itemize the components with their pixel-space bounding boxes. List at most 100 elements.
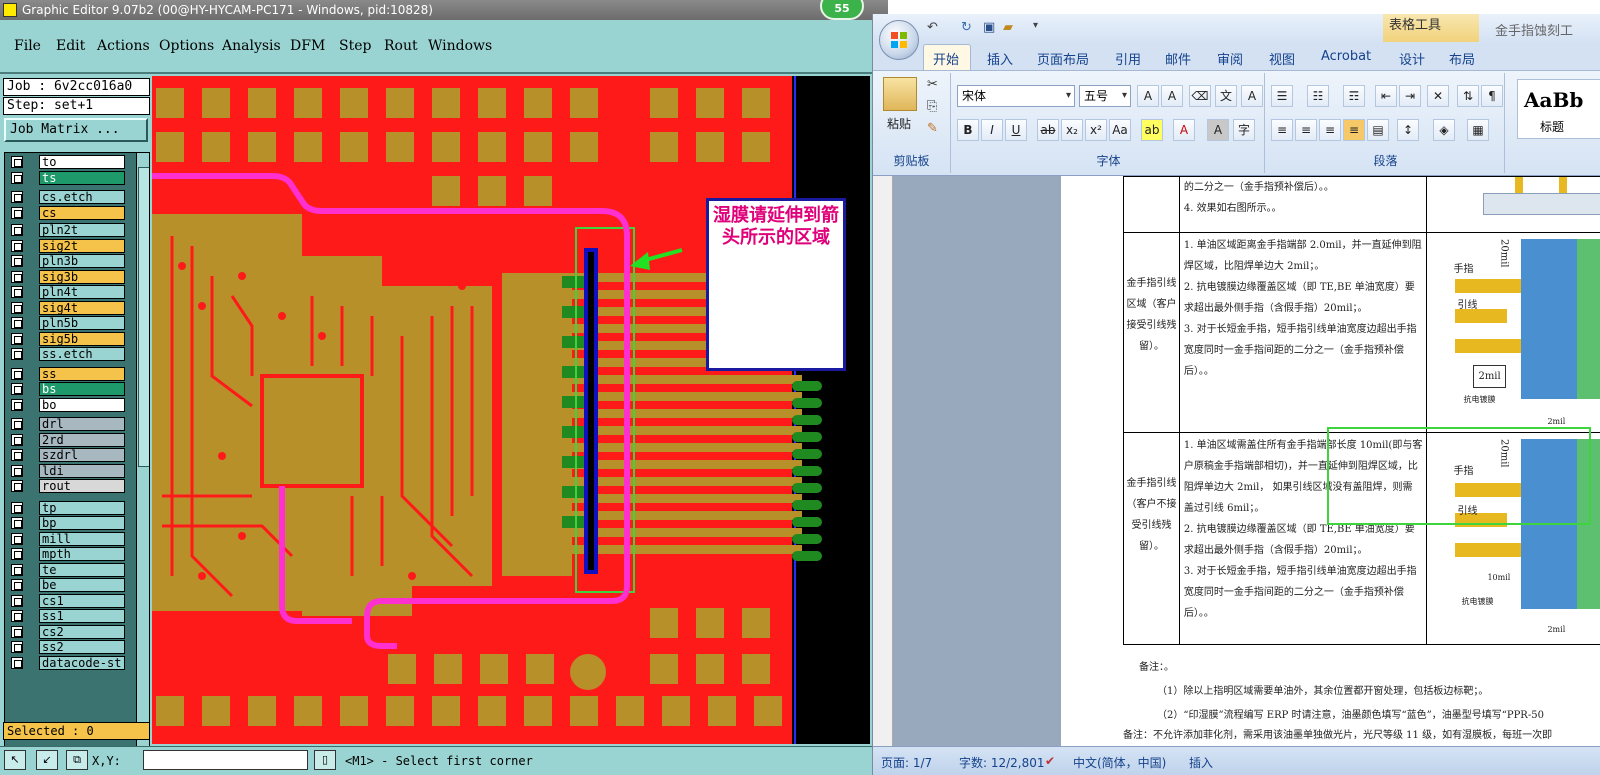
layer-row-rout[interactable]: rout	[7, 479, 135, 493]
scroll-thumb[interactable]	[138, 167, 149, 467]
layer-row-tp[interactable]: tp	[7, 500, 135, 515]
font-size-select[interactable]: 五号	[1079, 85, 1131, 107]
layer-row-cs2[interactable]: cs2	[7, 624, 135, 639]
asian-layout-icon[interactable]: ✕	[1427, 85, 1449, 107]
layer-row-bs[interactable]: bs	[7, 382, 135, 396]
layer-checkbox[interactable]	[11, 579, 23, 591]
menu-options[interactable]: Options	[159, 38, 214, 54]
tab-mailings[interactable]: 邮件	[1165, 49, 1191, 68]
style-gallery[interactable]: AaBb 标题	[1517, 79, 1600, 139]
align-right-icon[interactable]: ≡	[1319, 119, 1341, 141]
align-left-icon[interactable]: ≡	[1271, 119, 1293, 141]
show-marks-icon[interactable]: ¶	[1481, 85, 1503, 107]
layer-row-datacode-st[interactable]: datacode-st	[7, 655, 135, 670]
layer-row-szdrl[interactable]: szdrl	[7, 448, 135, 462]
layer-row-drl[interactable]: drl	[7, 417, 135, 431]
tab-review[interactable]: 审阅	[1217, 49, 1243, 68]
menu-actions[interactable]: Actions	[97, 38, 150, 54]
pcb-canvas[interactable]	[152, 76, 870, 744]
undo-icon[interactable]: ↶	[927, 20, 938, 35]
layer-checkbox[interactable]	[11, 656, 23, 669]
layer-checkbox[interactable]	[11, 367, 23, 380]
layer-row-2rd[interactable]: 2rd	[7, 432, 135, 447]
menu-dfm[interactable]: DFM	[290, 38, 325, 54]
phonetic-icon[interactable]: 文	[1215, 85, 1237, 107]
layer-checkbox[interactable]	[11, 433, 23, 446]
paste-label[interactable]: 粘贴	[887, 115, 911, 132]
layer-row-bp[interactable]: bp	[7, 516, 135, 530]
tool-button-1[interactable]: ↖	[4, 750, 26, 770]
bold-icon[interactable]: B	[957, 119, 979, 141]
distribute-icon[interactable]: ▤	[1367, 119, 1389, 141]
tool-button-4[interactable]: ▯	[314, 750, 336, 770]
layer-checkbox[interactable]	[11, 449, 23, 461]
layer-checkbox[interactable]	[11, 625, 23, 638]
tab-home[interactable]: 开始	[933, 49, 959, 68]
layer-checkbox[interactable]	[11, 398, 23, 411]
status-mode[interactable]: 插入	[1189, 754, 1213, 771]
justify-icon[interactable]: ≡	[1343, 119, 1365, 141]
layer-checkbox[interactable]	[11, 224, 23, 236]
layer-row-mpth[interactable]: mpth	[7, 547, 135, 561]
char-shading-icon[interactable]: A	[1207, 119, 1229, 141]
menu-step[interactable]: Step	[339, 38, 371, 54]
layer-row-ss[interactable]: ss	[7, 366, 135, 381]
tab-layout[interactable]: 布局	[1449, 49, 1475, 68]
open-icon[interactable]: ▰	[1003, 20, 1013, 35]
document-page[interactable]: 的二分之一（金手指预补偿后）。。 4. 效果如右图所示。。 金手指引线区域（客户…	[1061, 176, 1600, 746]
shrink-font-icon[interactable]: A	[1161, 85, 1183, 107]
menu-analysis[interactable]: Analysis	[222, 38, 281, 54]
layer-row-ss2[interactable]: ss2	[7, 640, 135, 654]
proofing-icon[interactable]: ✔	[1045, 754, 1055, 768]
tool-button-3[interactable]: ⧉	[66, 750, 88, 770]
paste-icon[interactable]	[883, 77, 917, 111]
layer-checkbox[interactable]	[11, 548, 23, 560]
tab-view[interactable]: 视图	[1269, 49, 1295, 68]
save-icon[interactable]: ▣	[983, 20, 995, 35]
layer-checkbox[interactable]	[11, 594, 23, 607]
layer-checkbox[interactable]	[11, 348, 23, 360]
layer-checkbox[interactable]	[11, 383, 23, 395]
layer-checkbox[interactable]	[11, 610, 23, 622]
layer-checkbox[interactable]	[11, 317, 23, 329]
highlight-icon[interactable]: ab	[1141, 119, 1163, 141]
status-page[interactable]: 页面: 1/7	[881, 754, 932, 771]
office-button[interactable]	[879, 20, 919, 60]
layer-checkbox[interactable]	[11, 501, 23, 514]
layer-checkbox[interactable]	[11, 418, 23, 430]
strikethrough-icon[interactable]: ab	[1037, 119, 1059, 141]
layer-checkbox[interactable]	[11, 480, 23, 492]
layer-checkbox[interactable]	[11, 206, 23, 219]
window-title-bar[interactable]: Graphic Editor 9.07b2 (00@HY-HYCAM-PC171…	[0, 0, 888, 20]
change-case-icon[interactable]: Aa	[1109, 119, 1131, 141]
layer-row-bo[interactable]: bo	[7, 397, 135, 412]
menu-windows[interactable]: Windows	[428, 38, 492, 54]
layer-row-te[interactable]: te	[7, 562, 135, 577]
tab-page-layout[interactable]: 页面布局	[1037, 49, 1089, 68]
layer-row-ldi[interactable]: ldi	[7, 463, 135, 478]
clear-format-icon[interactable]: ⌫	[1189, 85, 1211, 107]
line-spacing-icon[interactable]: ↕	[1397, 119, 1419, 141]
cut-icon[interactable]: ✂	[927, 77, 938, 92]
layer-checkbox[interactable]	[11, 171, 23, 184]
format-painter-icon[interactable]: ✎	[927, 121, 938, 136]
layer-scrollbar[interactable]	[136, 153, 149, 775]
sort-icon[interactable]: ⇅	[1457, 85, 1479, 107]
multilevel-list-icon[interactable]: ☶	[1343, 85, 1365, 107]
menu-file[interactable]: File	[14, 38, 41, 54]
layer-row-ss1[interactable]: ss1	[7, 609, 135, 623]
underline-icon[interactable]: U	[1005, 119, 1027, 141]
layer-checkbox[interactable]	[11, 332, 23, 345]
qat-dropdown-icon[interactable]: ▾	[1033, 20, 1038, 31]
layer-row-pln4t[interactable]: pln4t	[7, 285, 135, 299]
word-title-bar[interactable]: ↶ ↻ ▣ ▰ ▾ 表格工具 金手指蚀刻工	[873, 14, 1600, 44]
align-center-icon[interactable]: ≡	[1295, 119, 1317, 141]
font-color-icon[interactable]: A	[1173, 119, 1195, 141]
layer-row-ss-etch[interactable]: ss.etch	[7, 347, 135, 361]
font-name-select[interactable]: 宋体	[957, 85, 1075, 107]
tab-insert[interactable]: 插入	[987, 49, 1013, 68]
enclose-char-icon[interactable]: 字	[1233, 119, 1255, 141]
copy-icon[interactable]: ⎘	[927, 99, 937, 114]
tab-acrobat[interactable]: Acrobat	[1321, 49, 1371, 64]
document-area[interactable]: 的二分之一（金手指预补偿后）。。 4. 效果如右图所示。。 金手指引线区域（客户…	[893, 176, 1600, 746]
